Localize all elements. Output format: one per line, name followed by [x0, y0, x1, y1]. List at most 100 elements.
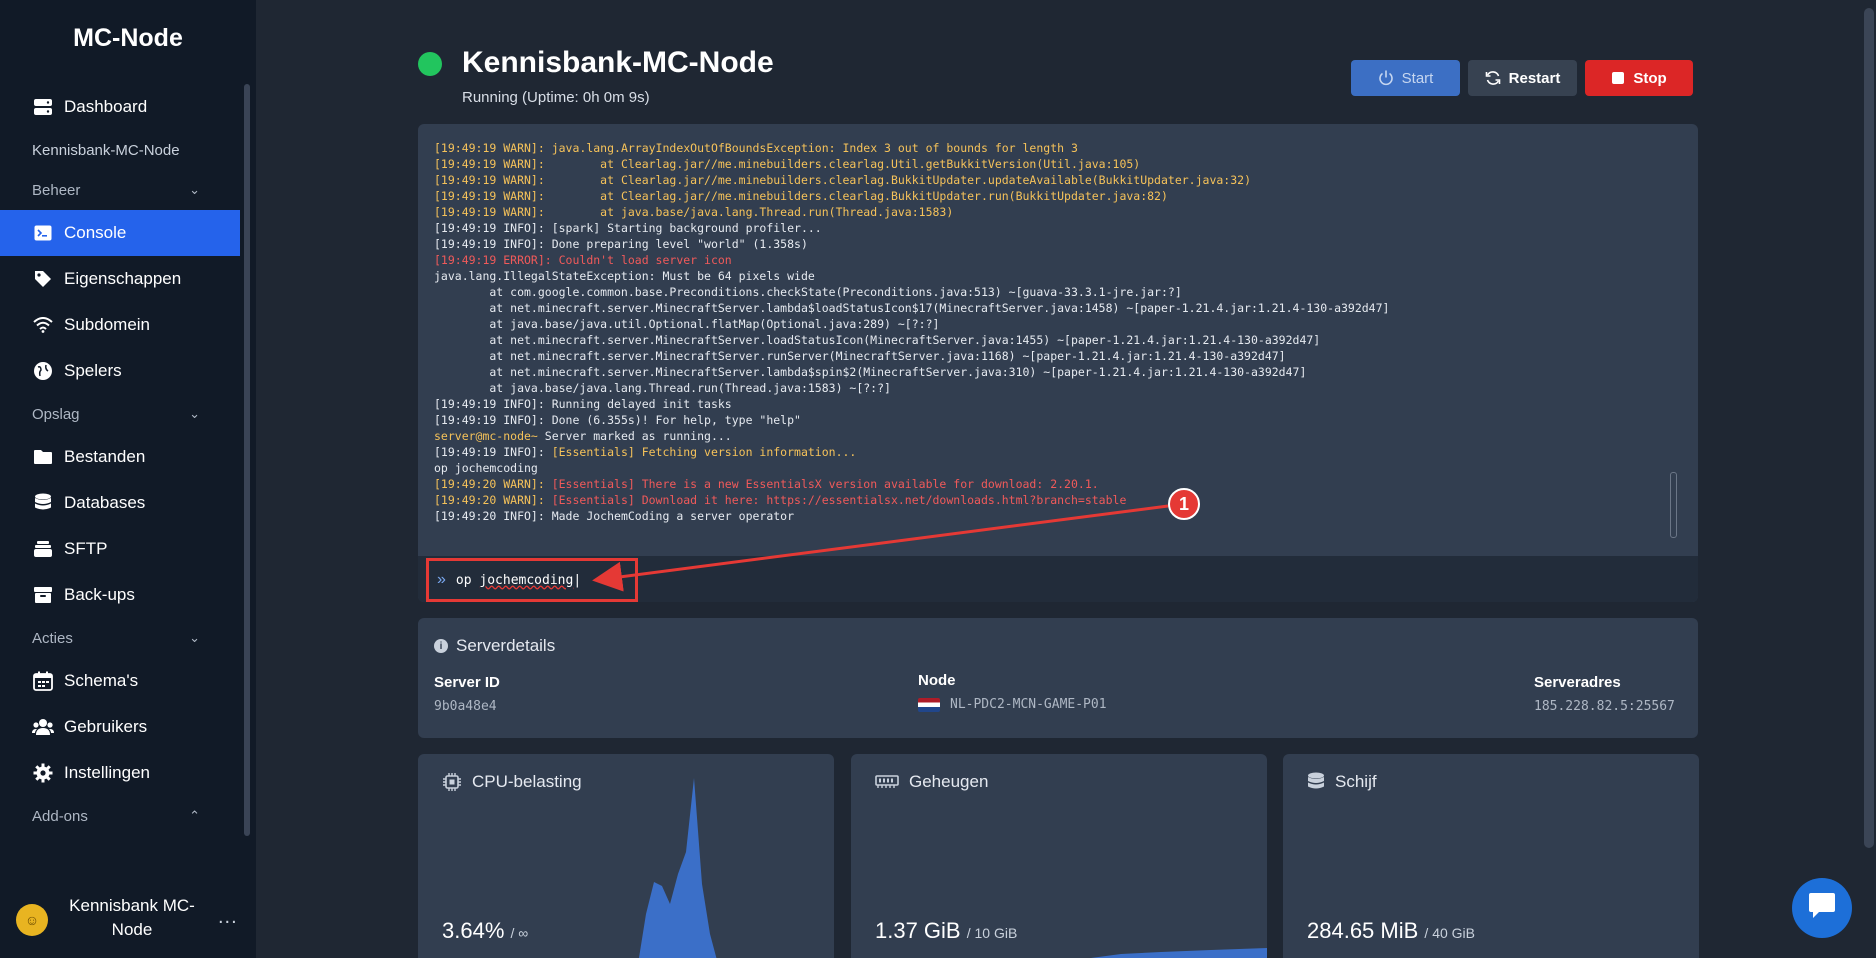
chat-button[interactable]	[1792, 878, 1852, 938]
tag-icon	[32, 268, 54, 290]
sidebar-item-dashboard[interactable]: Dashboard	[0, 84, 240, 130]
sidebar-item-instellingen[interactable]: Instellingen	[0, 750, 240, 796]
console-line-text: Done preparing level "world" (1.358s)	[544, 237, 808, 251]
more-options-icon[interactable]: ...	[218, 906, 238, 929]
users-icon	[32, 716, 54, 738]
start-button[interactable]: Start	[1351, 60, 1460, 96]
console-line-text: at net.minecraft.server.MinecraftServer.…	[434, 333, 1321, 347]
server-id-label: Server ID	[434, 674, 500, 691]
console-output[interactable]: [19:49:19 WARN]: java.lang.ArrayIndexOut…	[434, 140, 1664, 524]
sidebar-item-label: Eigenschappen	[64, 269, 182, 288]
sidebar-item-label: Bestanden	[64, 447, 146, 466]
sidebar-item-subdomein[interactable]: Subdomein	[0, 302, 240, 348]
chevron-down-icon: ⌄	[189, 630, 200, 645]
sidebar-section-opslag[interactable]: Opslag ⌄	[0, 394, 240, 434]
node-field: Node NL-PDC2-MCN-GAME-P01	[918, 672, 1107, 712]
node-value: NL-PDC2-MCN-GAME-P01	[918, 697, 1107, 712]
console-line: [19:49:19 WARN]: java.lang.ArrayIndexOut…	[434, 140, 1664, 156]
console-line-prefix: [19:49:19 INFO]:	[434, 237, 545, 251]
sidebar-item-label: Back-ups	[64, 585, 135, 604]
sidebar-server-name: Kennisbank-MC-Node	[32, 141, 180, 159]
cpu-value: 3.64% / ∞	[442, 918, 528, 944]
stop-label: Stop	[1633, 69, 1667, 87]
sidebar-item-gebruikers[interactable]: Gebruikers	[0, 704, 240, 750]
disk-card: Schijf 284.65 MiB / 40 GiB	[1283, 754, 1699, 958]
address-value[interactable]: 185.228.82.5:25567	[1534, 699, 1675, 714]
page-title: Kennisbank-MC-Node	[462, 46, 774, 79]
console-line: [19:49:19 INFO]: Running delayed init ta…	[434, 396, 1664, 412]
sidebar-scrollbar[interactable]	[244, 84, 250, 836]
console-line: java.lang.IllegalStateException: Must be…	[434, 268, 1664, 284]
sidebar-section-addons[interactable]: Add-ons ⌃	[0, 796, 240, 836]
database-icon	[1307, 772, 1325, 792]
info-icon: i	[434, 639, 448, 653]
console-scrollbar[interactable]	[1670, 472, 1677, 538]
page-scrollbar[interactable]	[1864, 8, 1874, 848]
server-details-heading: i Serverdetails	[434, 636, 555, 656]
console-line-text: at java.base/java.lang.Thread.run(Thread…	[434, 381, 891, 395]
stop-button[interactable]: Stop	[1585, 60, 1693, 96]
terminal-icon	[32, 222, 54, 244]
console-line-text: at Clearlag.jar//me.minebuilders.clearla…	[544, 173, 1251, 187]
section-label: Beheer	[32, 181, 81, 199]
sidebar-item-eigenschappen[interactable]: Eigenschappen	[0, 256, 240, 302]
console-line-text: at com.google.common.base.Preconditions.…	[434, 285, 1182, 299]
command-word: jochemcoding	[479, 572, 574, 588]
cpu-icon	[442, 772, 462, 792]
sidebar-user[interactable]: ☺ Kennisbank MC-Node ...	[0, 892, 256, 952]
console-line-text: at net.minecraft.server.MinecraftServer.…	[434, 301, 1390, 315]
start-label: Start	[1401, 69, 1434, 87]
console-line-text: [Essentials] Fetching version informatio…	[544, 445, 857, 459]
sidebar-item-label: Console	[64, 223, 127, 242]
console-line-text: at java.base/java.lang.Thread.run(Thread…	[544, 205, 954, 219]
console-line: at net.minecraft.server.MinecraftServer.…	[434, 300, 1664, 316]
annotation-badge: 1	[1168, 488, 1200, 520]
memory-title: Geheugen	[875, 772, 988, 792]
console-line-text: Server marked as running...	[537, 429, 732, 443]
console-line-text: at java.base/java.util.Optional.flatMap(…	[434, 317, 940, 331]
sidebar-item-bestanden[interactable]: Bestanden	[0, 434, 240, 480]
database-icon	[32, 492, 54, 514]
sidebar-item-label: Gebruikers	[64, 717, 148, 736]
console-line-text: Made JochemCoding a server operator	[544, 509, 795, 523]
console-line-text: java.lang.ArrayIndexOutOfBoundsException…	[544, 141, 1078, 155]
sidebar-item-backups[interactable]: Back-ups	[0, 572, 240, 618]
disk-usage: 284.65 MiB	[1307, 918, 1419, 943]
console-line-text: Done (6.355s)! For help, type "help"	[544, 413, 801, 427]
console-line: [19:49:19 WARN]: at Clearlag.jar//me.min…	[434, 156, 1664, 172]
command-input[interactable]: » op jochemcoding|	[426, 558, 638, 602]
sidebar-item-label: Instellingen	[64, 763, 151, 782]
console-line: [19:49:20 WARN]: [Essentials] Download i…	[434, 492, 1664, 508]
memory-value: 1.37 GiB / 10 GiB	[875, 918, 1017, 944]
sidebar-item-spelers[interactable]: Spelers	[0, 348, 240, 394]
memory-icon	[875, 774, 899, 790]
avatar: ☺	[16, 904, 48, 936]
sidebar-item-label: Dashboard	[64, 97, 148, 116]
stack-icon	[32, 538, 54, 560]
sidebar-item-label: Schema's	[64, 671, 139, 690]
console-line: at java.base/java.lang.Thread.run(Thread…	[434, 380, 1664, 396]
chevron-up-icon: ⌃	[189, 808, 200, 823]
user-name: Kennisbank MC-Node	[69, 896, 195, 939]
console-line: [19:49:19 ERROR]: Couldn't load server i…	[434, 252, 1664, 268]
console-line-text: Couldn't load server icon	[551, 253, 732, 267]
server-stack-icon	[32, 96, 54, 118]
server-id-value[interactable]: 9b0a48e4	[434, 699, 500, 714]
brand-logo[interactable]: MC-Node	[0, 24, 256, 53]
command-input-value[interactable]: op jochemcoding|	[456, 573, 581, 588]
sidebar-item-console[interactable]: Console	[0, 210, 240, 256]
sidebar-item-schemas[interactable]: Schema's	[0, 658, 240, 704]
sidebar-item-databases[interactable]: Databases	[0, 480, 240, 526]
console-line: at net.minecraft.server.MinecraftServer.…	[434, 348, 1664, 364]
console-line-prefix: [19:49:19 WARN]:	[434, 205, 545, 219]
node-name: NL-PDC2-MCN-GAME-P01	[950, 697, 1107, 712]
console-line-prefix: [19:49:19 WARN]:	[434, 173, 545, 187]
sidebar-item-sftp[interactable]: SFTP	[0, 526, 240, 572]
node-label: Node	[918, 672, 956, 689]
sidebar-section-beheer[interactable]: Beheer ⌄	[0, 170, 240, 210]
memory-card: Geheugen 1.37 GiB / 10 GiB	[851, 754, 1267, 958]
cpu-card: CPU-belasting 3.64% / ∞	[418, 754, 834, 958]
sidebar-section-acties[interactable]: Acties ⌄	[0, 618, 240, 658]
cpu-title-label: CPU-belasting	[472, 772, 582, 791]
restart-button[interactable]: Restart	[1468, 60, 1577, 96]
